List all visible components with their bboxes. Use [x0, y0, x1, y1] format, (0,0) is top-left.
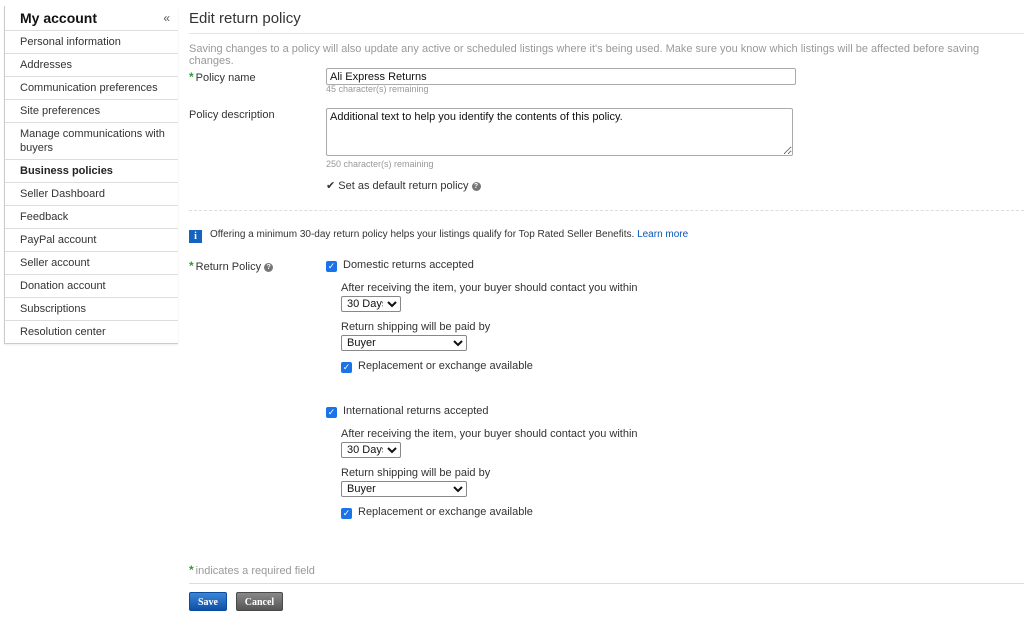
policy-description-textarea[interactable] [326, 108, 793, 156]
international-returns-checkbox-row[interactable]: ✓ International returns accepted [326, 405, 638, 418]
account-sidebar: My account « Personal information Addres… [4, 6, 178, 344]
sidebar-item-manage-communications[interactable]: Manage communications with buyers [5, 123, 178, 160]
domestic-replacement-checkbox[interactable]: ✓ [341, 362, 352, 373]
footer-divider [189, 583, 1024, 584]
sidebar-item-resolution-center[interactable]: Resolution center [5, 321, 178, 343]
policy-name-label: * Policy name [189, 70, 256, 84]
sidebar-item-donation-account[interactable]: Donation account [5, 275, 178, 298]
default-policy-label: Set as default return policy [338, 180, 469, 192]
learn-more-link[interactable]: Learn more [637, 229, 688, 240]
sidebar-item-feedback[interactable]: Feedback [5, 206, 178, 229]
sidebar-item-site-preferences[interactable]: Site preferences [5, 100, 178, 123]
info-banner: i Offering a minimum 30-day return policy… [189, 229, 688, 243]
sidebar-item-personal-information[interactable]: Personal information [5, 31, 178, 54]
domestic-contact-label: After receiving the item, your buyer sho… [341, 282, 638, 294]
info-banner-text: Offering a minimum 30-day return policy … [210, 229, 635, 240]
international-replacement-row[interactable]: ✓ Replacement or exchange available [341, 506, 638, 519]
international-replacement-checkbox[interactable]: ✓ [341, 508, 352, 519]
domestic-returns-checkbox-row[interactable]: ✓ Domestic returns accepted [326, 259, 638, 272]
policy-name-hint: 45 character(s) remaining [326, 84, 429, 94]
sidebar-item-seller-account[interactable]: Seller account [5, 252, 178, 275]
sidebar-item-business-policies[interactable]: Business policies [5, 160, 178, 183]
sidebar-item-seller-dashboard[interactable]: Seller Dashboard [5, 183, 178, 206]
sidebar-item-addresses[interactable]: Addresses [5, 54, 178, 77]
international-contact-days-select[interactable]: 30 Days [341, 442, 401, 458]
check-icon: ✔ [326, 180, 336, 192]
sidebar-item-communication-preferences[interactable]: Communication preferences [5, 77, 178, 100]
international-returns-section: ✓ International returns accepted After re… [326, 405, 638, 519]
help-icon[interactable]: ? [264, 263, 274, 272]
required-note: * indicates a required field [189, 563, 315, 577]
sidebar-title: My account [20, 10, 98, 26]
return-policy-label: * Return Policy? [189, 259, 274, 273]
domestic-contact-days-select[interactable]: 30 Days [341, 296, 401, 312]
domestic-shipping-label: Return shipping will be paid by [341, 321, 491, 333]
required-icon: * [189, 259, 194, 273]
required-icon: * [189, 563, 194, 577]
section-divider [189, 210, 1024, 211]
sidebar-item-paypal-account[interactable]: PayPal account [5, 229, 178, 252]
domestic-returns-checkbox[interactable]: ✓ [326, 261, 337, 272]
policy-name-input[interactable] [326, 68, 796, 85]
main-content: Edit return policy Saving changes to a p… [189, 0, 1024, 611]
collapse-icon[interactable]: « [163, 11, 170, 25]
page-title: Edit return policy [189, 10, 1024, 34]
international-shipping-payer-select[interactable]: Buyer [341, 481, 467, 497]
international-returns-checkbox[interactable]: ✓ [326, 407, 337, 418]
international-contact-label: After receiving the item, your buyer sho… [341, 428, 638, 440]
save-button[interactable]: Save [189, 592, 227, 611]
sidebar-header: My account « [5, 6, 178, 31]
help-icon[interactable]: ? [471, 182, 481, 191]
sidebar-item-subscriptions[interactable]: Subscriptions [5, 298, 178, 321]
domestic-shipping-payer-select[interactable]: Buyer [341, 335, 467, 351]
required-icon: * [189, 70, 194, 84]
default-policy-row[interactable]: ✔ Set as default return policy? [326, 179, 793, 192]
info-icon: i [189, 230, 202, 243]
policy-description-hint: 250 character(s) remaining [326, 159, 434, 169]
cancel-button[interactable]: Cancel [236, 592, 283, 611]
international-shipping-label: Return shipping will be paid by [341, 467, 491, 479]
domestic-replacement-row[interactable]: ✓ Replacement or exchange available [341, 360, 638, 373]
domestic-returns-section: ✓ Domestic returns accepted After receivi… [326, 259, 638, 373]
save-notice: Saving changes to a policy will also upd… [189, 43, 980, 67]
policy-description-label: Policy description [189, 109, 275, 121]
